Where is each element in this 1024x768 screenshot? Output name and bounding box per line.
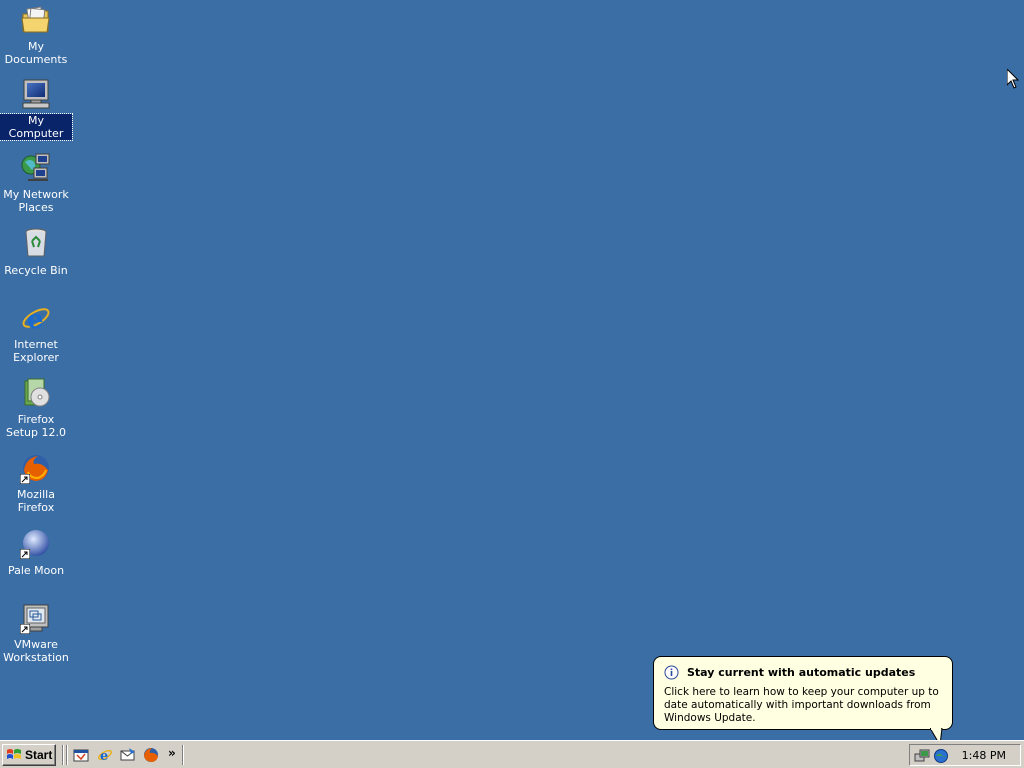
- taskbar-separator: [182, 745, 184, 765]
- vmware-icon: [20, 602, 52, 634]
- firefox-icon[interactable]: [143, 747, 159, 763]
- taskbar: Start e » 1:48 PM: [0, 740, 1024, 768]
- desktop-icon-recycle-bin[interactable]: Recycle Bin: [0, 227, 72, 278]
- desktop-icon-pale-moon[interactable]: Pale Moon: [0, 527, 72, 578]
- mouse-cursor-icon: [1007, 69, 1019, 89]
- balloon-header: Stay current with automatic updates: [664, 665, 942, 680]
- network-places-icon: [20, 152, 52, 184]
- taskbar-clock[interactable]: 1:48 PM: [962, 749, 1006, 762]
- start-button[interactable]: Start: [2, 744, 56, 766]
- show-desktop-icon[interactable]: [73, 747, 89, 763]
- desktop-icon-label: Recycle Bin: [4, 264, 68, 277]
- internet-explorer-icon: e: [20, 302, 52, 335]
- desktop-icon-my-network-places[interactable]: My Network Places: [0, 152, 72, 215]
- shortcut-arrow-icon: [20, 474, 30, 484]
- desktop-icon-label: My Documents: [4, 40, 68, 66]
- network-icon[interactable]: [914, 748, 930, 764]
- recycle-bin-icon: [20, 227, 52, 259]
- info-icon: [664, 665, 679, 680]
- computer-icon: [20, 78, 52, 110]
- outlook-express-icon[interactable]: [120, 747, 136, 763]
- desktop-icon-internet-explorer[interactable]: e Internet Explorer: [0, 302, 72, 365]
- quick-launch-chevron[interactable]: »: [168, 746, 176, 760]
- desktop-icon-label: My Computer: [0, 113, 73, 141]
- desktop-icon-my-computer[interactable]: My Computer: [0, 78, 73, 141]
- desktop-icon-label: Mozilla Firefox: [17, 488, 55, 514]
- internet-explorer-icon[interactable]: e: [97, 747, 113, 763]
- pale-moon-icon: [20, 527, 52, 559]
- windows-logo-icon: [7, 749, 21, 759]
- folder-icon: [20, 4, 52, 36]
- system-tray: 1:48 PM: [909, 744, 1021, 766]
- desktop-icon-label: My Network Places: [3, 188, 69, 214]
- desktop-icon-label: Pale Moon: [7, 564, 65, 577]
- installer-icon: [20, 377, 52, 409]
- windows-update-icon[interactable]: [933, 748, 949, 764]
- desktop-icon-firefox-setup[interactable]: Firefox Setup 12.0: [0, 377, 72, 440]
- firefox-icon: [20, 452, 52, 484]
- svg-text:e: e: [27, 305, 44, 334]
- balloon-body: Click here to learn how to keep your com…: [664, 686, 939, 724]
- desktop-icon-label: Internet Explorer: [13, 338, 59, 364]
- desktop-icon-vmware-workstation[interactable]: VMware Workstation: [0, 602, 72, 665]
- desktop-icon-mozilla-firefox[interactable]: Mozilla Firefox: [0, 452, 72, 515]
- svg-text:e: e: [100, 749, 108, 763]
- desktop-icon-my-documents[interactable]: My Documents: [0, 4, 72, 67]
- desktop-icon-label: VMware Workstation: [3, 638, 69, 664]
- automatic-updates-balloon[interactable]: Stay current with automatic updates Clic…: [653, 656, 953, 730]
- desktop-icon-label: Firefox Setup 12.0: [5, 413, 66, 439]
- desktop[interactable]: My Documents My Computer My Network Plac…: [0, 0, 1024, 740]
- shortcut-arrow-icon: [20, 549, 30, 559]
- taskbar-separator: [66, 745, 68, 765]
- start-label: Start: [25, 748, 53, 762]
- shortcut-arrow-icon: [20, 624, 30, 634]
- balloon-title: Stay current with automatic updates: [687, 666, 916, 679]
- taskbar-separator: [62, 745, 64, 765]
